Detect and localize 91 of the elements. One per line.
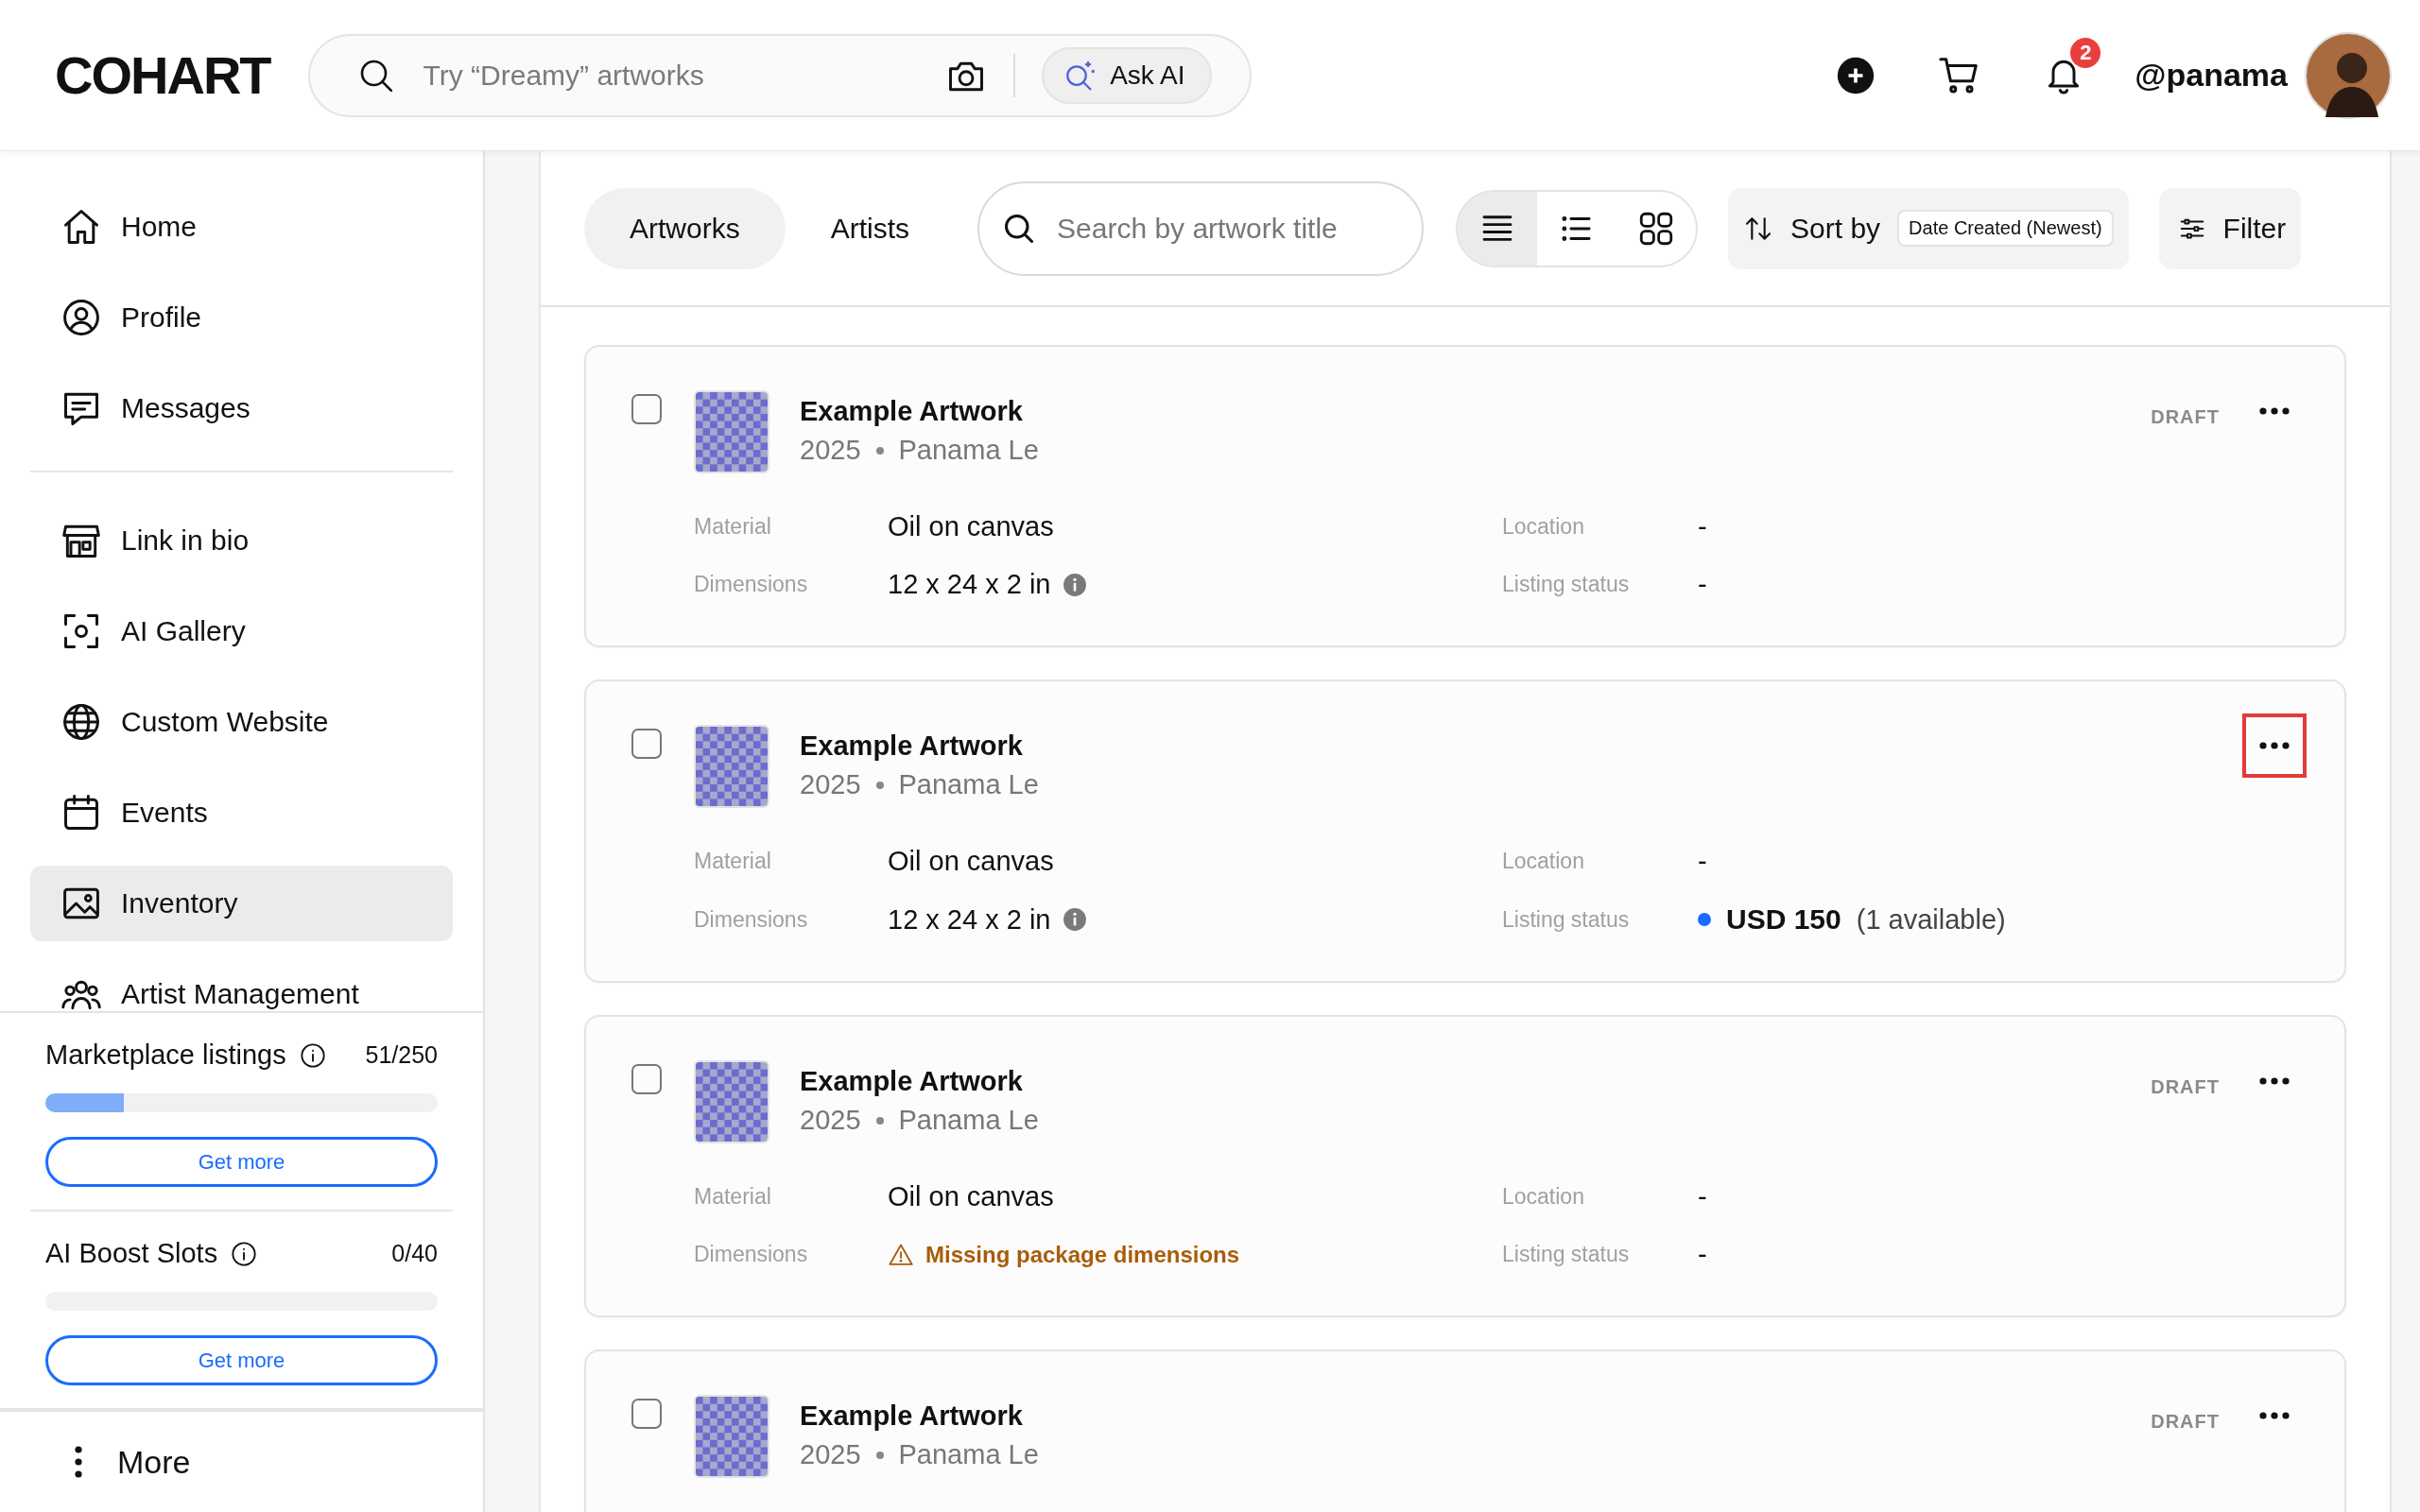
ask-ai-button[interactable]: Ask AI	[1042, 46, 1212, 104]
nav-item[interactable]: Messages	[30, 370, 453, 446]
detail-label: Material	[694, 514, 772, 540]
view-toggle[interactable]	[1458, 191, 1538, 266]
detail-value: Oil on canvas	[888, 1181, 1054, 1212]
detail-value: -	[1698, 1181, 1707, 1212]
detail-value: Oil on canvas	[888, 511, 1054, 542]
detail-label: Dimensions	[694, 1242, 809, 1267]
more-icon	[74, 1445, 83, 1479]
artist-name: Panama Le	[898, 769, 1039, 800]
artwork-title[interactable]: Example Artwork	[800, 1066, 1039, 1097]
price: USD 150	[1726, 903, 1841, 936]
add-icon[interactable]	[1837, 56, 1876, 94]
quota-label: AI Boost Slots	[45, 1238, 218, 1269]
detail-value: Oil on canvas	[888, 846, 1054, 877]
artwork-year: 2025	[800, 1105, 861, 1136]
info-icon	[1062, 572, 1087, 597]
search-field[interactable]: Try “Dreamy” artworks Ask AI	[307, 33, 1252, 117]
sort-label: Sort by	[1790, 212, 1881, 245]
checkbox[interactable]	[631, 729, 662, 759]
get-more-button[interactable]: Get more	[45, 1335, 438, 1385]
detail-value: -	[1698, 569, 1707, 600]
more-menu-item[interactable]: More	[0, 1408, 483, 1512]
nav-item[interactable]: Events	[30, 775, 453, 850]
artwork-title[interactable]: Example Artwork	[800, 1400, 1039, 1432]
artwork-year: 2025	[800, 769, 861, 800]
artist-name: Panama Le	[898, 1105, 1039, 1136]
warning-text: Missing package dimensions	[925, 1241, 1240, 1268]
nav-item[interactable]: Inventory	[30, 866, 453, 941]
quota-count: 51/250	[365, 1041, 438, 1069]
detail-value: -	[1698, 1239, 1707, 1270]
nav-item[interactable]: Link in bio	[30, 503, 453, 578]
separator-dot	[875, 1116, 884, 1125]
nav-item[interactable]: AI Gallery	[30, 593, 453, 669]
quota-count: 0/40	[391, 1240, 438, 1267]
filter-button[interactable]: Filter	[2158, 187, 2302, 269]
info-icon	[1062, 907, 1087, 932]
avatar[interactable]	[2305, 31, 2392, 119]
logo[interactable]: COHART	[55, 45, 270, 105]
detail-label: Listing status	[1502, 572, 1631, 597]
artist-name: Panama Le	[898, 435, 1039, 466]
separator-dot	[875, 1451, 884, 1459]
tab[interactable]: Artworks	[584, 187, 786, 269]
more-options-button[interactable]	[2242, 713, 2307, 778]
artwork-year: 2025	[800, 1439, 861, 1470]
detail-label: Location	[1502, 1184, 1585, 1210]
detail-value: -	[1698, 511, 1707, 542]
detail-value: 12 x 24 x 2 in	[888, 903, 1051, 936]
username[interactable]: @panama	[2135, 57, 2288, 94]
ellipsis-icon	[2258, 406, 2290, 416]
status-label: DRAFT	[2151, 405, 2220, 428]
artwork-year: 2025	[800, 435, 861, 466]
artwork-title[interactable]: Example Artwork	[800, 730, 1039, 762]
detail-label: Location	[1502, 849, 1585, 874]
tab[interactable]: Artists	[785, 187, 956, 269]
separator-dot	[875, 446, 884, 455]
quota-label: Marketplace listings	[45, 1040, 286, 1071]
nav-item[interactable]: Custom Website	[30, 684, 453, 760]
artist-name: Panama Le	[898, 1439, 1039, 1470]
status-label: DRAFT	[2151, 1075, 2220, 1098]
sort-value[interactable]: Date Created (Newest)	[1897, 210, 2114, 247]
checkbox[interactable]	[631, 1064, 662, 1094]
artwork-title[interactable]: Example Artwork	[800, 396, 1039, 427]
info-icon	[231, 1240, 258, 1267]
availability: (1 available)	[1856, 903, 2006, 936]
detail-label: Material	[694, 1184, 772, 1210]
search-field[interactable]: Search by artwork title	[977, 180, 1425, 276]
detail-label: Listing status	[1502, 906, 1631, 933]
detail-label: Material	[694, 849, 772, 874]
nav-item[interactable]: Home	[30, 189, 453, 265]
detail-value: -	[1698, 846, 1707, 877]
checkbox[interactable]	[631, 1399, 662, 1429]
detail-label: Location	[1502, 514, 1585, 540]
get-more-button[interactable]: Get more	[45, 1137, 438, 1187]
notification-badge: 2	[2070, 37, 2101, 68]
checkbox[interactable]	[631, 394, 662, 424]
profile-icon	[60, 297, 102, 338]
nav-item[interactable]: Profile	[30, 280, 453, 355]
info-icon	[299, 1041, 326, 1069]
nav-item[interactable]: Artist Management	[30, 956, 453, 1011]
ellipsis-icon	[2258, 741, 2290, 750]
detail-label: Listing status	[1502, 1242, 1631, 1267]
separator-dot	[875, 781, 884, 789]
sort-control[interactable]: Sort by Date Created (Newest)	[1728, 187, 2129, 269]
globe-icon	[60, 701, 102, 743]
detail-label: Dimensions	[694, 906, 809, 933]
status-label: DRAFT	[2151, 1410, 2220, 1433]
detail-label: Dimensions	[694, 572, 809, 597]
detail-value: 12 x 24 x 2 in	[888, 569, 1051, 600]
ellipsis-icon	[2258, 1076, 2290, 1086]
ellipsis-icon	[2258, 1411, 2290, 1420]
